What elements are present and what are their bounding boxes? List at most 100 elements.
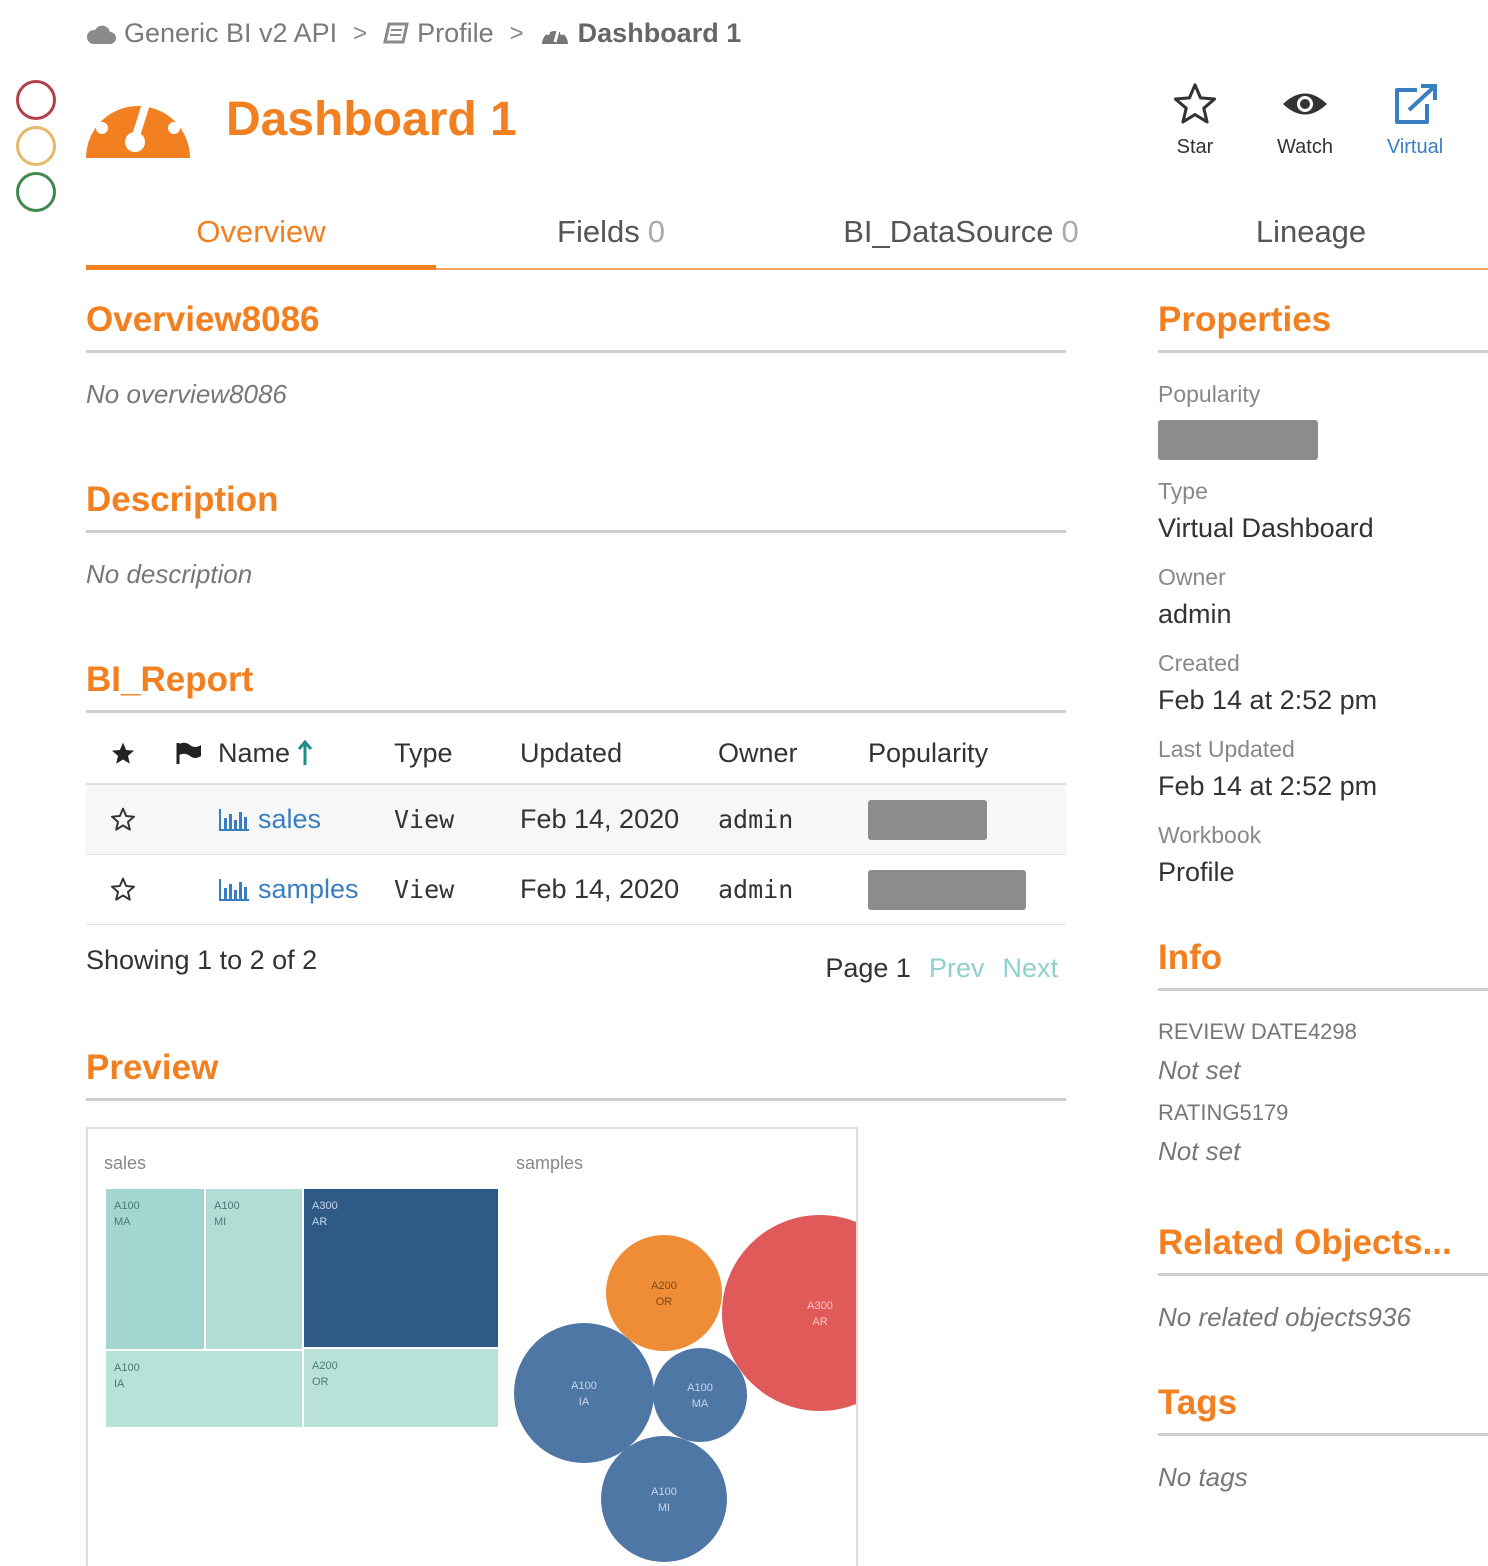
info-title: Info [1158,938,1488,991]
breadcrumb-item-dashboard: Dashboard 1 [540,18,741,49]
treemap-label: A100 [114,1200,140,1212]
preview-thumbnail[interactable]: sales samples A100 MA A100 MI A300 AR A1… [86,1127,858,1566]
bubble-label: MA [692,1398,709,1410]
type-label: Type [1158,478,1208,504]
breadcrumb: Generic BI v2 API > Profile > Dashboard … [86,18,741,49]
column-name-header[interactable]: Name [218,738,394,769]
row-type: View [394,875,455,904]
workbook-value: Profile [1158,857,1235,887]
dashboard-icon [541,26,568,44]
tags-title: Tags [1158,1383,1488,1436]
popularity-bar [868,799,987,840]
star-icon[interactable] [110,807,136,832]
bubble-label: AR [812,1316,827,1328]
breadcrumb-separator: > [353,19,368,47]
tab-count: 0 [647,214,665,249]
sort-arrow-up-icon[interactable] [298,740,313,766]
overview-empty: No overview8086 [86,379,287,409]
type-value: Virtual Dashboard [1158,513,1374,543]
popularity-bar [868,869,1027,910]
sidebar: Properties Popularity Type Virtual Dashb… [1158,300,1488,1493]
bar-chart-icon [219,878,249,901]
cloud-icon [86,25,116,44]
star-filled-icon[interactable] [110,741,136,766]
tab-overview[interactable]: Overview [86,200,436,270]
star-icon[interactable] [110,877,136,902]
created-label: Created [1158,650,1240,676]
watch-button[interactable]: Watch [1250,78,1360,159]
tags-empty: No tags [1158,1462,1248,1492]
eye-icon [1283,93,1327,115]
bubble-label: OR [656,1296,673,1308]
next-page-link[interactable]: Next [1002,953,1058,984]
showing-count: Showing 1 to 2 of 2 [86,945,318,975]
bubble-label: A300 [807,1300,833,1312]
tab-bi-datasource[interactable]: BI_DataSource 0 [786,200,1136,268]
star-button[interactable]: Star [1140,78,1250,159]
tab-lineage[interactable]: Lineage [1136,200,1486,268]
info-label: REVIEW DATE4298 [1158,1019,1357,1044]
tab-fields[interactable]: Fields 0 [436,200,786,268]
header-actions: Star Watch Virtual [1140,78,1470,159]
status-circle-green [16,172,56,212]
treemap-cell [206,1189,302,1349]
overview-title: Overview8086 [86,300,1066,353]
treemap-cell [304,1189,498,1347]
treemap-label: AR [312,1216,327,1228]
bubble-label: A100 [651,1486,677,1498]
row-type: View [394,805,455,834]
last-updated-label: Last Updated [1158,736,1295,762]
row-updated: Feb 14, 2020 [520,874,680,904]
breadcrumb-item-api[interactable]: Generic BI v2 API [86,18,337,49]
prev-page-link[interactable]: Prev [929,953,985,984]
page-title: Dashboard 1 [226,93,517,146]
preview-title: Preview [86,1048,1066,1101]
bubble [514,1323,654,1463]
main-content: Overview8086 No overview8086 Description… [86,300,1066,1566]
properties-title: Properties [1158,300,1488,353]
related-objects-title: Related Objects... [1158,1223,1488,1276]
owner-value: admin [1158,599,1232,629]
flag-icon[interactable] [175,741,203,765]
column-owner-header[interactable]: Owner [718,738,868,769]
dashboard-logo-icon [86,86,190,158]
related-objects-empty: No related objects936 [1158,1302,1411,1332]
bubble-title: samples [516,1153,583,1173]
report-link[interactable]: sales [258,804,321,835]
book-icon [383,22,409,43]
created-value: Feb 14 at 2:52 pm [1158,685,1378,715]
row-updated: Feb 14, 2020 [520,804,680,834]
row-owner: admin [718,875,794,904]
bubble-label: MI [658,1502,670,1514]
column-updated-header[interactable]: Updated [520,738,718,769]
treemap-label: OR [312,1376,329,1388]
table-row: sales View Feb 14, 2020 admin [86,785,1066,855]
bi-report-title: BI_Report [86,660,1066,713]
bubble-label: A100 [687,1382,713,1394]
virtual-button[interactable]: Virtual [1360,78,1470,159]
treemap-label: A200 [312,1360,338,1372]
bubble-label: A200 [651,1280,677,1292]
preview-image: sales samples A100 MA A100 MI A300 AR A1… [104,1153,856,1562]
treemap-label: A300 [312,1200,338,1212]
bi-report-table: Name Type Updated Owner Popularity sales… [86,723,1066,925]
treemap-label: MA [114,1216,131,1228]
treemap-title: sales [104,1153,146,1173]
table-header: Name Type Updated Owner Popularity [86,723,1066,785]
column-type-header[interactable]: Type [394,738,520,769]
description-title: Description [86,480,1066,533]
status-indicators [16,80,56,218]
breadcrumb-item-profile[interactable]: Profile [383,18,494,49]
owner-label: Owner [1158,564,1226,590]
info-value: Not set [1158,1136,1241,1166]
treemap-label: A100 [114,1362,140,1374]
column-popularity-header[interactable]: Popularity [868,738,1066,769]
report-link[interactable]: samples [258,874,359,905]
tab-count: 0 [1061,214,1079,249]
last-updated-value: Feb 14 at 2:52 pm [1158,771,1378,801]
treemap-label: IA [114,1378,125,1390]
bubble-label: IA [579,1396,590,1408]
breadcrumb-separator: > [509,19,524,47]
treemap-label: MI [214,1216,226,1228]
treemap-cell [106,1189,204,1349]
